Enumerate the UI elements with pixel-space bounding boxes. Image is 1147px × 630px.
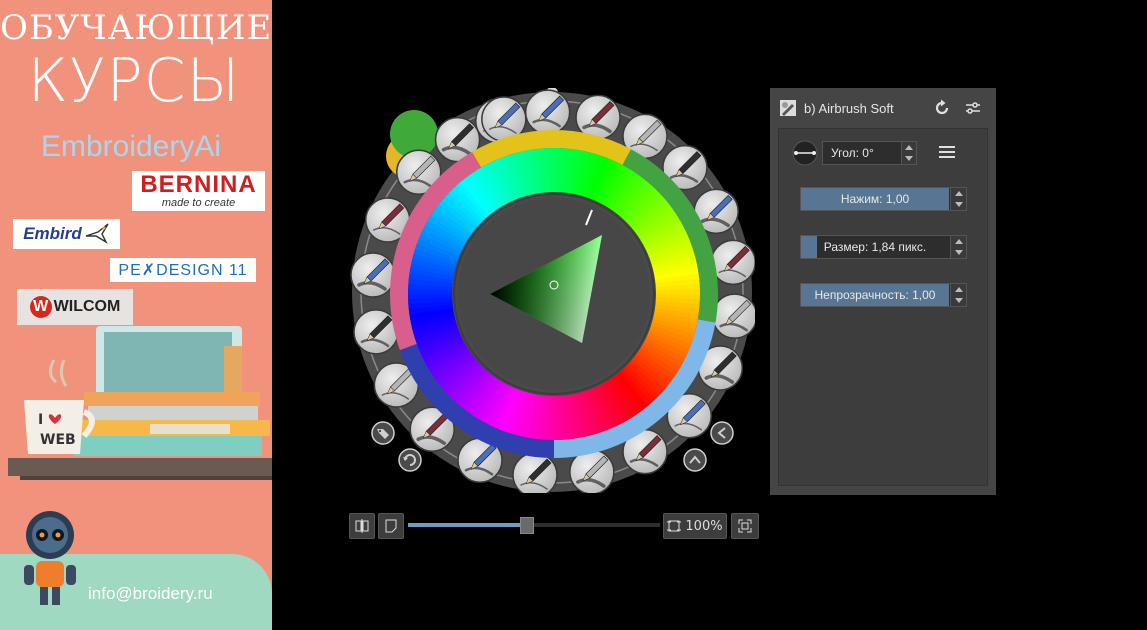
rotate-icon[interactable] bbox=[398, 448, 422, 472]
wilcom-logo-text: WILCOM bbox=[53, 298, 121, 315]
panel-body: Угол: 0° Нажим: 1,00 Размер: 1,84 пикс. … bbox=[778, 128, 988, 486]
spin-up-icon[interactable] bbox=[905, 145, 913, 150]
chevron-left-icon[interactable] bbox=[710, 421, 734, 445]
pressure-slider[interactable]: Нажим: 1,00 bbox=[800, 187, 967, 211]
angle-dial[interactable] bbox=[792, 140, 818, 166]
brush-preset-name: b) Airbrush Soft bbox=[804, 101, 894, 116]
spin-down-icon[interactable] bbox=[905, 156, 913, 161]
bernina-logo: BERNINA made to create bbox=[132, 171, 265, 211]
promo-banner: ОБУЧАЮЩИЕ КУРСЫ EmbroideryAi BERNINA mad… bbox=[0, 0, 272, 630]
zoom-slider-handle[interactable] bbox=[520, 517, 535, 534]
opacity-slider[interactable]: Непрозрачность: 1,00 bbox=[800, 283, 967, 307]
angle-label: Угол: 0° bbox=[831, 146, 874, 160]
angle-spinner[interactable] bbox=[901, 142, 916, 164]
fit-to-view-button[interactable] bbox=[731, 513, 759, 539]
zoom-bar: 100% bbox=[348, 513, 759, 539]
wilcom-w-icon: W bbox=[29, 296, 52, 318]
pe-design-logo-text: PE✗DESIGN 11 bbox=[118, 262, 248, 279]
robot-mascot bbox=[24, 511, 76, 605]
mug-text-top: I bbox=[38, 412, 44, 428]
shelf-shadow bbox=[20, 476, 272, 480]
banner-title-line1: ОБУЧАЮЩИЕ bbox=[0, 8, 272, 48]
brush-preset-slot[interactable] bbox=[569, 449, 615, 493]
mirror-view-button[interactable] bbox=[349, 513, 375, 539]
hamburger-icon[interactable] bbox=[939, 145, 955, 159]
sliders-icon[interactable] bbox=[965, 100, 981, 116]
fit-screen-icon bbox=[738, 519, 752, 533]
bird-icon bbox=[85, 223, 109, 244]
zoom-level: 100% bbox=[685, 518, 723, 534]
pe-design-logo: PE✗DESIGN 11 bbox=[110, 258, 256, 282]
brush-settings-panel: b) Airbrush Soft Угол: 0° Нажим: 1,00 Ра… bbox=[770, 88, 996, 495]
size-slider[interactable]: Размер: 1,84 пикс. bbox=[800, 235, 967, 259]
brush-preset-slot[interactable] bbox=[711, 293, 755, 339]
bernina-logo-text: BERNINA bbox=[140, 171, 257, 198]
page-icon bbox=[385, 519, 397, 533]
bernina-logo-tagline: made to create bbox=[161, 197, 236, 209]
refresh-icon[interactable] bbox=[933, 99, 951, 117]
embird-logo: Embird bbox=[13, 219, 120, 249]
size-spinner[interactable] bbox=[950, 236, 966, 258]
fit-icon bbox=[667, 520, 682, 532]
mirror-icon bbox=[355, 519, 369, 533]
brush-preset-slot[interactable] bbox=[710, 239, 755, 286]
contact-email[interactable]: info@broidery.ru bbox=[88, 584, 213, 604]
opacity-label: Непрозрачность: 1,00 bbox=[814, 288, 936, 302]
zoom-reset-button[interactable]: 100% bbox=[663, 513, 727, 539]
mug-text-bottom: WEB bbox=[40, 432, 76, 448]
panel-header: b) Airbrush Soft bbox=[770, 88, 996, 128]
banner-title-line2: КУРСЫ bbox=[27, 46, 241, 116]
brush-preset-slot[interactable] bbox=[353, 309, 399, 355]
brush-preset-slot[interactable] bbox=[350, 252, 396, 298]
popup-palette[interactable] bbox=[350, 88, 755, 493]
shelf bbox=[8, 458, 272, 476]
pressure-spinner[interactable] bbox=[950, 188, 966, 210]
banner-subtitle: EmbroideryAi bbox=[40, 130, 222, 163]
canvas-only-button[interactable] bbox=[378, 513, 404, 539]
brush-preset-slot[interactable] bbox=[524, 89, 571, 135]
embird-logo-text: Embird bbox=[23, 224, 82, 243]
size-label: Размер: 1,84 пикс. bbox=[823, 240, 927, 254]
tag-icon[interactable] bbox=[371, 421, 395, 445]
chevron-up-icon[interactable] bbox=[683, 448, 707, 472]
zoom-slider-fill bbox=[408, 523, 527, 527]
angle-input[interactable]: Угол: 0° bbox=[822, 141, 917, 165]
brush-preset-icon bbox=[780, 100, 796, 116]
pressure-label: Нажим: 1,00 bbox=[840, 192, 910, 206]
opacity-spinner[interactable] bbox=[950, 284, 966, 306]
brush-preset-slot[interactable] bbox=[512, 452, 558, 493]
